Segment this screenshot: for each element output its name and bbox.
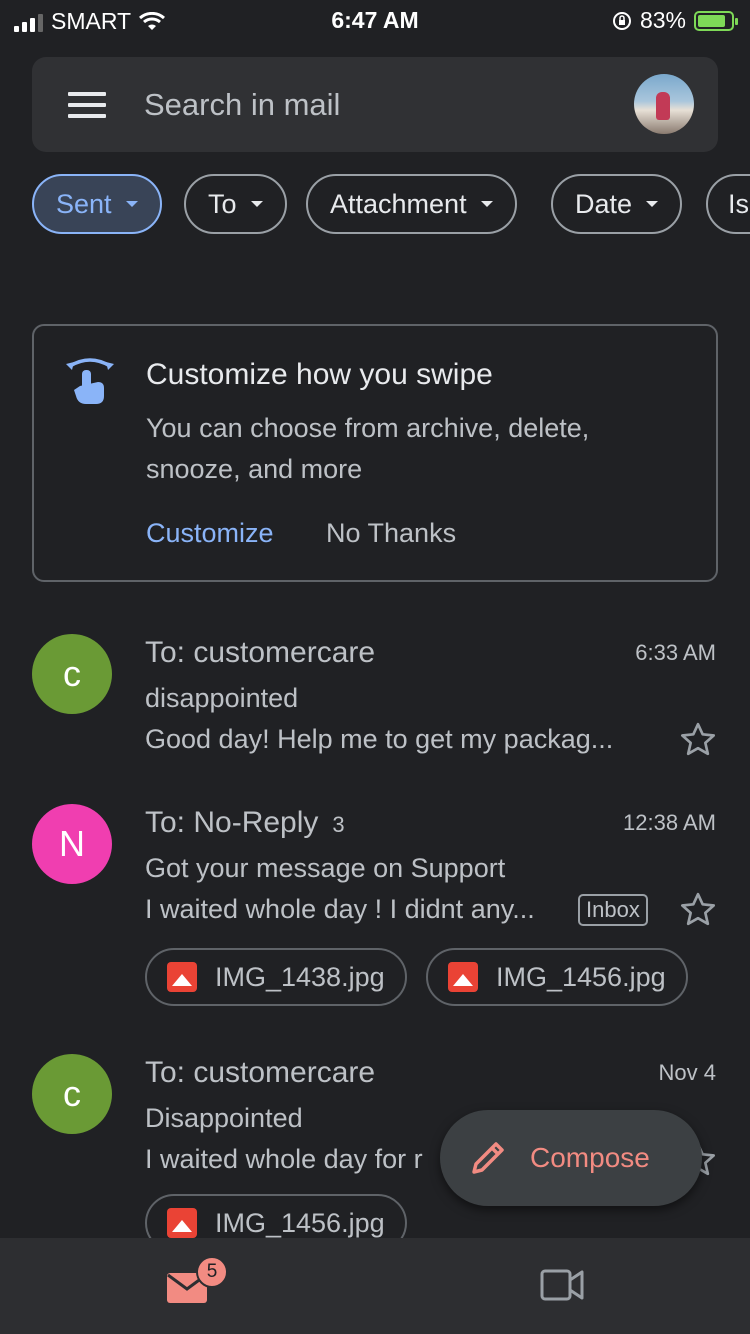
email-subject: disappointed: [145, 683, 299, 713]
menu-icon[interactable]: [68, 92, 106, 118]
customize-button[interactable]: Customize: [146, 518, 274, 549]
recipient-text: To: customercare: [145, 1056, 376, 1089]
caret-down-icon: [480, 201, 493, 207]
chip-label: Date: [575, 188, 633, 219]
email-recipient: To: customercare: [145, 636, 375, 670]
caret-down-icon: [646, 201, 659, 207]
inbox-label: Inbox: [578, 894, 648, 926]
sender-avatar[interactable]: c: [32, 1054, 112, 1134]
email-recipient: To: customercare: [145, 1056, 375, 1090]
email-snippet: I waited whole day for r: [145, 1144, 423, 1174]
email-snippet: I waited whole day ! I didnt any...: [145, 894, 535, 924]
image-icon: [167, 962, 197, 992]
star-icon[interactable]: [678, 720, 718, 760]
search-bar[interactable]: Search in mail: [32, 57, 718, 152]
email-time: 12:38 AM: [623, 810, 716, 835]
search-input[interactable]: Search in mail: [144, 87, 340, 123]
video-camera-icon[interactable]: [540, 1268, 584, 1302]
email-recipient: To: No-Reply 3: [145, 806, 345, 840]
battery-percent: 83%: [639, 7, 686, 33]
caret-down-icon: [125, 201, 138, 207]
card-description: You can choose from archive, delete, sno…: [146, 413, 590, 484]
filter-chips: Sent To Attachment Date Is: [32, 174, 750, 238]
email-row[interactable]: c To: customercare 6:33 AM disappointed …: [0, 620, 750, 780]
pencil-icon: [472, 1142, 504, 1174]
chip-is[interactable]: Is: [706, 174, 750, 234]
recipient-text: To: No-Reply: [145, 806, 319, 839]
swipe-gesture-icon: [66, 358, 114, 404]
chip-sent[interactable]: Sent: [32, 174, 162, 234]
battery-icon: [694, 10, 738, 31]
compose-label: Compose: [530, 1142, 650, 1173]
status-bar: SMART 6:47 AM 83%: [0, 0, 750, 40]
swipe-tip-card: Customize how you swipe You can choose f…: [32, 324, 718, 582]
card-title: Customize how you swipe: [146, 358, 493, 391]
email-subject: Got your message on Support: [145, 853, 506, 883]
chip-label: Sent: [56, 188, 112, 219]
chip-to[interactable]: To: [184, 174, 287, 234]
caret-down-icon: [250, 201, 263, 207]
image-icon: [167, 1208, 197, 1238]
sender-avatar[interactable]: c: [32, 634, 112, 714]
compose-button[interactable]: Compose: [440, 1110, 702, 1206]
chip-label: To: [208, 188, 237, 219]
sender-avatar[interactable]: N: [32, 804, 112, 884]
chip-attachment[interactable]: Attachment: [306, 174, 517, 234]
chip-label: Attachment: [330, 188, 467, 219]
attachment-chip[interactable]: IMG_1456.jpg: [426, 948, 688, 1006]
chip-date[interactable]: Date: [551, 174, 683, 234]
attachment-chip[interactable]: IMG_1438.jpg: [145, 948, 407, 1006]
attachment-name: IMG_1438.jpg: [215, 961, 385, 992]
email-row[interactable]: N To: No-Reply 3 12:38 AM Got your messag…: [0, 790, 750, 1020]
attachment-name: IMG_1456.jpg: [496, 961, 666, 992]
attachment-chip[interactable]: IMG_1456.jpg: [145, 1194, 407, 1238]
image-icon: [448, 962, 478, 992]
account-avatar[interactable]: [634, 74, 694, 134]
mail-badge: 5: [196, 1256, 228, 1288]
email-snippet: Good day! Help me to get my packag...: [145, 724, 614, 754]
email-time: Nov 4: [658, 1060, 716, 1085]
attachment-name: IMG_1456.jpg: [215, 1207, 385, 1238]
chip-label: Is: [728, 188, 750, 219]
thread-count: 3: [332, 812, 345, 837]
star-icon[interactable]: [678, 890, 718, 930]
email-time: 6:33 AM: [635, 640, 716, 665]
email-subject: Disappointed: [145, 1103, 303, 1133]
no-thanks-button[interactable]: No Thanks: [326, 518, 456, 549]
recipient-text: To: customercare: [145, 636, 376, 669]
orientation-lock-icon: [612, 11, 631, 30]
bottom-nav: 5: [0, 1238, 750, 1334]
